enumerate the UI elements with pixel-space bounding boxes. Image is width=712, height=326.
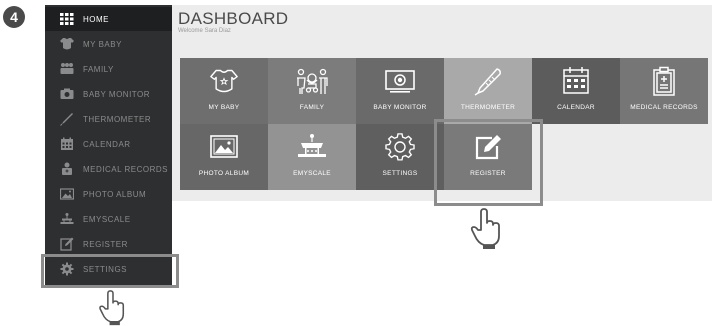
- welcome-text: Welcome Sara Diaz: [178, 28, 231, 34]
- tile-label: CALENDAR: [557, 104, 595, 111]
- family-icon: [297, 68, 328, 94]
- tile-label: THERMOMETER: [460, 104, 516, 111]
- page-title: DASHBOARD: [178, 9, 289, 28]
- tile-photo-album[interactable]: PHOTO ALBUM: [180, 124, 268, 190]
- highlight-box-register: [434, 119, 543, 206]
- tile-label: FAMILY: [299, 104, 325, 111]
- tile-my-baby[interactable]: MY BABY: [180, 58, 268, 124]
- tile-baby-monitor[interactable]: BABY MONITOR: [356, 58, 444, 124]
- sidebar-item-home[interactable]: HOME: [45, 7, 172, 31]
- people-icon: [60, 63, 74, 74]
- sidebar-item-thermometer[interactable]: THERMOMETER: [45, 107, 172, 131]
- sidebar-item-label: HOME: [83, 14, 109, 24]
- edit-icon: [60, 237, 74, 251]
- sidebar-item-photo-album[interactable]: PHOTO ALBUM: [45, 182, 172, 206]
- photo-icon: [60, 188, 74, 200]
- calendar-icon: [563, 67, 589, 94]
- sidebar-item-label: THERMOMETER: [83, 114, 152, 124]
- sidebar-item-family[interactable]: FAMILY: [45, 57, 172, 81]
- thermometer-icon: [60, 113, 73, 126]
- tile-thermometer[interactable]: THERMOMETER: [444, 58, 532, 124]
- sidebar-item-label: EMYSCALE: [83, 214, 131, 224]
- tile-emyscale[interactable]: EMYSCALE: [268, 124, 356, 190]
- scale-icon: [298, 134, 326, 157]
- sidebar-item-baby-monitor[interactable]: BABY MONITOR: [45, 82, 172, 106]
- tile-label: PHOTO ALBUM: [198, 170, 250, 177]
- sidebar-item-medical-records[interactable]: MEDICAL RECORDS: [45, 157, 172, 181]
- sidebar-item-label: PHOTO ALBUM: [83, 189, 147, 199]
- sidebar: HOME MY BABY FAMILY BABY MONITOR THERMOM…: [45, 5, 172, 286]
- sidebar-item-label: FAMILY: [83, 64, 114, 74]
- sidebar-item-label: REGISTER: [83, 239, 128, 249]
- tile-label: MEDICAL RECORDS: [630, 104, 698, 111]
- tile-family[interactable]: FAMILY: [268, 58, 356, 124]
- sidebar-item-emyscale[interactable]: EMYSCALE: [45, 207, 172, 231]
- tile-calendar[interactable]: CALENDAR: [532, 58, 620, 124]
- scale-icon: [60, 213, 74, 224]
- sidebar-item-my-baby[interactable]: MY BABY: [45, 32, 172, 56]
- thermometer-icon: [474, 68, 501, 96]
- tile-medical-records[interactable]: MEDICAL RECORDS: [620, 58, 708, 124]
- grid-icon: [60, 13, 74, 25]
- tile-label: BABY MONITOR: [373, 104, 427, 111]
- sidebar-item-calendar[interactable]: CALENDAR: [45, 132, 172, 156]
- sidebar-item-label: BABY MONITOR: [83, 89, 151, 99]
- sidebar-item-register[interactable]: REGISTER: [45, 232, 172, 256]
- sidebar-item-label: MY BABY: [83, 39, 122, 49]
- step-number-badge: 4: [3, 6, 25, 28]
- onesie-icon: [210, 69, 238, 93]
- tile-label: EMYSCALE: [293, 170, 331, 177]
- tile-label: MY BABY: [208, 104, 240, 111]
- highlight-box-settings: [41, 254, 179, 288]
- tile-label: SETTINGS: [382, 170, 418, 177]
- pointer-hand-icon: [470, 208, 500, 249]
- monitor-icon: [385, 70, 415, 93]
- calendar-icon: [61, 137, 73, 150]
- medical-records-icon: [653, 66, 675, 96]
- camera-icon: [60, 88, 74, 99]
- tile-settings[interactable]: SETTINGS: [356, 124, 444, 190]
- medical-records-icon: [62, 162, 72, 175]
- onesie-icon: [60, 38, 74, 50]
- sidebar-item-label: MEDICAL RECORDS: [83, 164, 168, 174]
- gear-icon: [385, 133, 415, 161]
- photo-icon: [210, 135, 238, 158]
- sidebar-item-label: CALENDAR: [83, 139, 131, 149]
- pointer-hand-icon: [99, 290, 125, 326]
